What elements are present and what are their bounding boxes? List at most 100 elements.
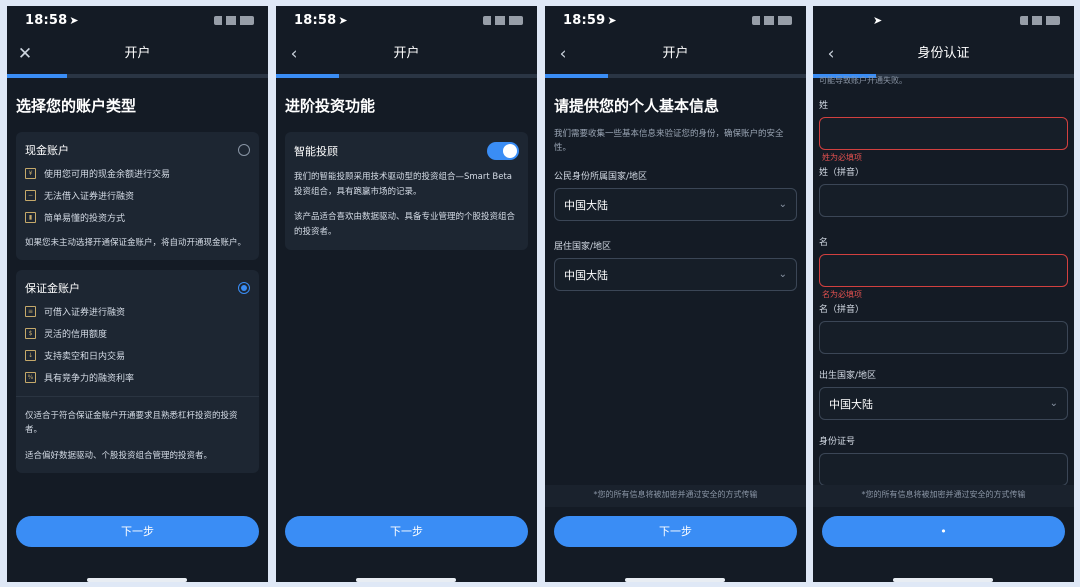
feature-item: ¥ 使用您可用的现金余额进行交易 (25, 167, 250, 180)
status-bar: 18:58 ➤ (276, 6, 537, 34)
cash-account-option[interactable]: 现金账户 ¥ 使用您可用的现金余额进行交易 − 无法借入证券进行融资 ▮ 简单易懂的投… (16, 132, 259, 260)
margin-account-note-2: 适合偏好数据驱动、个股投资组合管理的投资者。 (25, 451, 213, 461)
progress-fill (545, 74, 608, 78)
submit-button-loading[interactable]: • (822, 516, 1065, 547)
feature-item: − 无法借入证券进行融资 (25, 189, 250, 202)
nav-title: 开户 (124, 46, 151, 61)
close-icon[interactable]: ✕ (15, 34, 35, 74)
nav-title: 开户 (393, 46, 420, 61)
document-icon: ≡ (25, 306, 36, 317)
progress-bar (7, 74, 268, 78)
next-button[interactable]: 下一步 (285, 516, 528, 547)
progress-bar (545, 74, 806, 78)
status-indicators-blurred (214, 16, 254, 25)
surname-error: 姓为必填项 (822, 153, 862, 162)
page-title: 进阶投资功能 (285, 97, 376, 115)
progress-fill (7, 74, 68, 78)
nav-bar: ✕ 开户 (7, 34, 268, 74)
cash-account-radio[interactable] (238, 144, 250, 156)
page-subtitle: 我们需要收集一些基本信息来验证您的身份，确保账户的安全性。 (554, 129, 784, 153)
residence-label: 居住国家/地区 (554, 242, 612, 252)
given-name-pinyin-input[interactable] (819, 321, 1068, 354)
progress-bar (276, 74, 537, 78)
nav-title: 身份认证 (917, 46, 970, 61)
feature-item: $ 灵活的信用额度 (25, 327, 250, 340)
status-indicators-blurred (1020, 16, 1060, 25)
given-name-pinyin-label: 名（拼音） (819, 305, 865, 315)
nav-bar: ‹ 开户 (545, 34, 806, 74)
citizenship-label: 公民身份所属国家/地区 (554, 172, 648, 182)
given-name-input[interactable] (819, 254, 1068, 287)
margin-account-radio[interactable] (238, 282, 250, 294)
partial-warning: 可能导致账户开通失败。 (819, 76, 907, 85)
location-arrow-icon: ➤ (607, 14, 617, 27)
chevron-down-icon: ⌄ (1049, 398, 1058, 409)
robo-advisor-title: 智能投顾 (294, 145, 338, 158)
citizenship-select[interactable]: 中国大陆 ⌄ (554, 188, 797, 221)
divider (16, 396, 259, 397)
home-indicator (893, 578, 993, 582)
birth-country-value: 中国大陆 (829, 397, 873, 411)
home-indicator (625, 578, 725, 582)
robo-advisor-audience: 该产品适合喜欢由数据驱动、具备专业管理的个股投资组合的投资者。 (294, 212, 516, 237)
birth-country-label: 出生国家/地区 (819, 371, 877, 381)
next-button[interactable]: 下一步 (554, 516, 797, 547)
location-arrow-icon: ➤ (338, 14, 348, 27)
location-arrow-icon: ➤ (69, 14, 79, 27)
id-number-input[interactable] (819, 453, 1068, 486)
cash-account-title: 现金账户 (25, 144, 69, 157)
citizenship-value: 中国大陆 (564, 198, 608, 212)
robo-advisor-description: 我们的智能投顾采用技术驱动型的投资组合—Smart Beta投资组合，具有跑赢市… (294, 172, 513, 197)
residence-select[interactable]: 中国大陆 ⌄ (554, 258, 797, 291)
progress-fill (276, 74, 339, 78)
robo-advisor-toggle[interactable] (487, 142, 519, 160)
status-time: 18:58 ➤ (25, 13, 79, 28)
back-chevron-icon[interactable]: ‹ (553, 34, 573, 74)
rate-icon: % (25, 372, 36, 383)
screen-basic-info: 18:59 ➤ ‹ 开户 请提供您的个人基本信息 我们需要收集一些基本信息来验证您… (545, 6, 806, 582)
status-bar: 18:58 ➤ (7, 6, 268, 34)
feature-item: ▮ 简单易懂的投资方式 (25, 211, 250, 224)
status-bar: ➤ (813, 6, 1074, 34)
page-title: 请提供您的个人基本信息 (554, 97, 720, 115)
page-title: 选择您的账户类型 (16, 97, 137, 115)
feature-item: ↓ 支持卖空和日内交易 (25, 349, 250, 362)
residence-value: 中国大陆 (564, 268, 608, 282)
feature-item: ≡ 可借入证券进行融资 (25, 305, 250, 318)
screen-advanced-features: 18:58 ➤ ‹ 开户 进阶投资功能 智能投顾 我们的智能投顾采用技术驱动型的投… (276, 6, 537, 582)
status-time: 18:58 ➤ (294, 13, 348, 28)
birth-country-select[interactable]: 中国大陆 ⌄ (819, 387, 1068, 420)
back-chevron-icon[interactable]: ‹ (821, 34, 841, 74)
nav-bar: ‹ 身份认证 (813, 34, 1074, 74)
home-indicator (356, 578, 456, 582)
status-indicators-blurred (752, 16, 792, 25)
margin-account-option[interactable]: 保证金账户 ≡ 可借入证券进行融资 $ 灵活的信用额度 ↓ 支持卖空和日内交易 % 具有… (16, 270, 259, 473)
chevron-down-icon: ⌄ (778, 269, 787, 280)
back-chevron-icon[interactable]: ‹ (284, 34, 304, 74)
chevron-down-icon: ⌄ (778, 199, 787, 210)
robo-advisor-card: 智能投顾 我们的智能投顾采用技术驱动型的投资组合—Smart Beta投资组合，… (285, 132, 528, 250)
next-button[interactable]: 下一步 (16, 516, 259, 547)
surname-input[interactable] (819, 117, 1068, 150)
nav-bar: ‹ 开户 (276, 34, 537, 74)
security-note: *您的所有信息将被加密并通过安全的方式传输 (593, 490, 758, 499)
status-time: 18:59 ➤ (563, 13, 617, 28)
screen-identity-verification: ➤ ‹ 身份认证 可能导致账户开通失败。 姓 姓为必填项 姓（拼音） 名 名为必… (813, 6, 1074, 582)
down-arrow-icon: ↓ (25, 350, 36, 361)
credit-icon: $ (25, 328, 36, 339)
surname-pinyin-label: 姓（拼音） (819, 168, 865, 178)
surname-label: 姓 (819, 101, 829, 111)
surname-pinyin-input[interactable] (819, 184, 1068, 217)
cash-icon: ¥ (25, 168, 36, 179)
chart-icon: ▮ (25, 212, 36, 223)
given-name-error: 名为必填项 (822, 290, 862, 299)
nav-title: 开户 (662, 46, 689, 61)
status-bar: 18:59 ➤ (545, 6, 806, 34)
id-number-label: 身份证号 (819, 437, 856, 447)
margin-account-title: 保证金账户 (25, 282, 80, 295)
given-name-label: 名 (819, 238, 829, 248)
status-time: ➤ (871, 13, 882, 28)
minus-icon: − (25, 190, 36, 201)
home-indicator (87, 578, 187, 582)
location-arrow-icon: ➤ (873, 14, 883, 27)
